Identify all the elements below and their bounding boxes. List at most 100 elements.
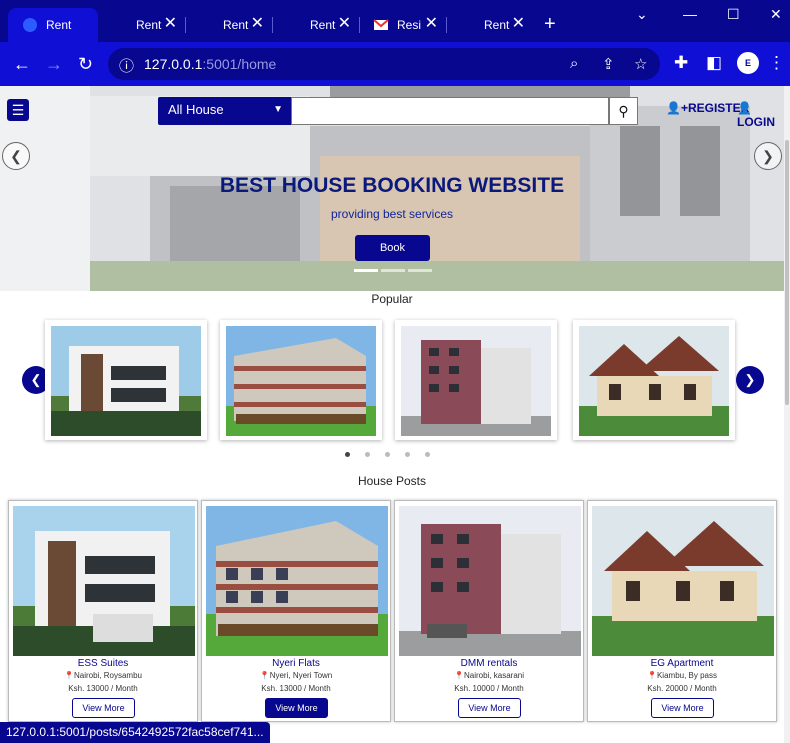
address-toolbar: ← → ↻ ⓘ 127.0.0.1:5001/home ⌕ ⇪ ☆ ✚ ◧ ⋮ xyxy=(0,42,790,86)
popular-indicator[interactable] xyxy=(365,452,370,457)
popular-indicator[interactable] xyxy=(405,452,410,457)
browser-menu-icon[interactable]: ⋮ xyxy=(768,53,785,73)
globe-icon xyxy=(112,17,128,33)
post-price: Ksh. 13000 / Month xyxy=(68,684,138,693)
address-bar[interactable]: ⓘ 127.0.0.1:5001/home ⌕ ⇪ ☆ xyxy=(108,48,660,80)
tab-search-icon[interactable]: ⌄ xyxy=(636,6,648,23)
house-posts-heading: House Posts xyxy=(357,474,427,488)
post-title: DMM rentals xyxy=(460,658,518,669)
tab-title: Rent xyxy=(484,18,510,32)
hero-carousel: ☰ All House ▼ ⚲ 👤+REGISTER 👤LOGIN ❮ ❯ BE… xyxy=(0,86,784,291)
info-icon[interactable]: ⓘ xyxy=(119,55,134,76)
browser-tab-3[interactable]: Rent ✕ xyxy=(185,8,273,42)
view-more-button[interactable]: View More xyxy=(265,698,328,718)
book-button[interactable]: Book xyxy=(355,235,430,261)
house-image xyxy=(401,326,551,436)
profile-avatar[interactable]: E xyxy=(737,52,759,74)
browser-tab-strip: Rent Rent ✕ Rent ✕ Rent ✕ Resi ✕ Rent ✕ … xyxy=(0,0,790,42)
chevron-left-icon: ❮ xyxy=(30,372,42,387)
close-window-icon[interactable]: ✕ xyxy=(770,6,782,23)
popular-indicator[interactable] xyxy=(425,452,430,457)
chevron-left-icon: ❮ xyxy=(10,148,22,164)
popular-house-card[interactable] xyxy=(573,320,735,440)
post-price: Ksh. 10000 / Month xyxy=(454,684,524,693)
status-bar-url: 127.0.0.1:5001/posts/6542492572fac58cef7… xyxy=(0,722,270,743)
chevron-down-icon: ▼ xyxy=(273,104,283,115)
extensions-icon[interactable]: ✚ xyxy=(674,53,688,73)
house-image xyxy=(399,506,581,656)
popular-house-card[interactable] xyxy=(220,320,382,440)
page-viewport: ☰ All House ▼ ⚲ 👤+REGISTER 👤LOGIN ❮ ❯ BE… xyxy=(0,86,790,743)
map-marker-icon: 📍 xyxy=(259,671,270,680)
house-image xyxy=(13,506,195,656)
close-icon[interactable]: ✕ xyxy=(338,14,351,34)
close-icon[interactable]: ✕ xyxy=(164,14,177,34)
tab-title: Rent xyxy=(136,18,162,32)
new-tab-icon[interactable]: + xyxy=(544,14,556,34)
browser-tab-6[interactable]: Rent ✕ xyxy=(446,8,533,42)
browser-tab-4[interactable]: Rent ✕ xyxy=(272,8,360,42)
popular-house-card[interactable] xyxy=(45,320,207,440)
popular-indicator[interactable] xyxy=(385,452,390,457)
hero-prev-button[interactable]: ❮ xyxy=(2,142,30,170)
view-more-button[interactable]: View More xyxy=(651,698,714,718)
maximize-icon[interactable]: ☐ xyxy=(727,6,740,23)
hero-subtitle: providing best services xyxy=(330,207,454,221)
popular-heading: Popular xyxy=(371,292,413,306)
close-icon[interactable]: ✕ xyxy=(251,14,264,34)
post-location: 📍Nyeri, Nyeri Town xyxy=(259,671,333,680)
house-category-select[interactable]: All House ▼ xyxy=(158,97,291,125)
browser-tab-5[interactable]: Resi ✕ xyxy=(359,8,447,42)
tab-title: Rent xyxy=(46,18,72,32)
house-image xyxy=(206,506,388,656)
browser-tab-1[interactable]: Rent xyxy=(8,8,98,42)
user-plus-icon: 👤+ xyxy=(666,101,688,115)
map-marker-icon: 📍 xyxy=(647,671,657,680)
tab-title: Rent xyxy=(223,18,249,32)
map-marker-icon: 📍 xyxy=(454,671,464,680)
house-image xyxy=(579,326,729,436)
login-link[interactable]: 👤LOGIN xyxy=(737,101,784,129)
zoom-icon[interactable]: ⌕ xyxy=(570,55,578,72)
page-scrollbar[interactable] xyxy=(784,86,790,743)
minimize-icon[interactable]: — xyxy=(683,6,697,22)
gmail-icon xyxy=(373,17,389,33)
popular-house-card[interactable] xyxy=(395,320,557,440)
scrollbar-thumb[interactable] xyxy=(785,140,789,405)
post-price: Ksh. 20000 / Month xyxy=(647,684,717,693)
popular-next-button[interactable]: ❯ xyxy=(736,366,764,394)
tab-title: Rent xyxy=(310,18,336,32)
back-icon[interactable]: ← xyxy=(13,54,31,74)
chevron-right-icon: ❯ xyxy=(744,372,756,387)
hero-indicator[interactable] xyxy=(381,269,405,272)
view-more-button[interactable]: View More xyxy=(72,698,135,718)
forward-icon[interactable]: → xyxy=(45,54,63,74)
close-icon[interactable]: ✕ xyxy=(425,14,438,34)
side-panel-icon[interactable]: ◧ xyxy=(706,53,722,73)
bookmark-star-icon[interactable]: ☆ xyxy=(634,55,647,73)
browser-tab-2[interactable]: Rent ✕ xyxy=(98,8,186,42)
reload-icon[interactable]: ↻ xyxy=(78,54,93,74)
search-input[interactable] xyxy=(291,97,609,125)
search-button[interactable]: ⚲ xyxy=(609,97,638,125)
user-icon: 👤 xyxy=(737,101,752,115)
popular-indicator[interactable] xyxy=(345,452,350,457)
house-post-card: ESS Suites 📍Nairobi, Roysambu Ksh. 13000… xyxy=(8,500,198,722)
url-text: 127.0.0.1:5001/home xyxy=(144,56,277,72)
hero-title: BEST HOUSE BOOKING WEBSITE xyxy=(219,174,565,197)
hamburger-menu-button[interactable]: ☰ xyxy=(7,99,29,121)
view-more-button[interactable]: View More xyxy=(458,698,521,718)
globe-icon xyxy=(286,17,302,33)
tab-title: Resi xyxy=(397,18,422,32)
house-image xyxy=(226,326,376,436)
hero-indicator[interactable] xyxy=(408,269,432,272)
post-price: Ksh. 13000 / Month xyxy=(261,684,331,693)
share-icon[interactable]: ⇪ xyxy=(602,55,615,73)
house-image xyxy=(592,506,774,656)
house-post-card: DMM rentals 📍Nairobi, kasarani Ksh. 1000… xyxy=(394,500,584,722)
close-icon[interactable]: ✕ xyxy=(512,14,525,34)
post-title: EG Apartment xyxy=(650,658,714,669)
hero-next-button[interactable]: ❯ xyxy=(754,142,782,170)
hero-indicator[interactable] xyxy=(354,269,378,272)
house-image xyxy=(51,326,201,436)
